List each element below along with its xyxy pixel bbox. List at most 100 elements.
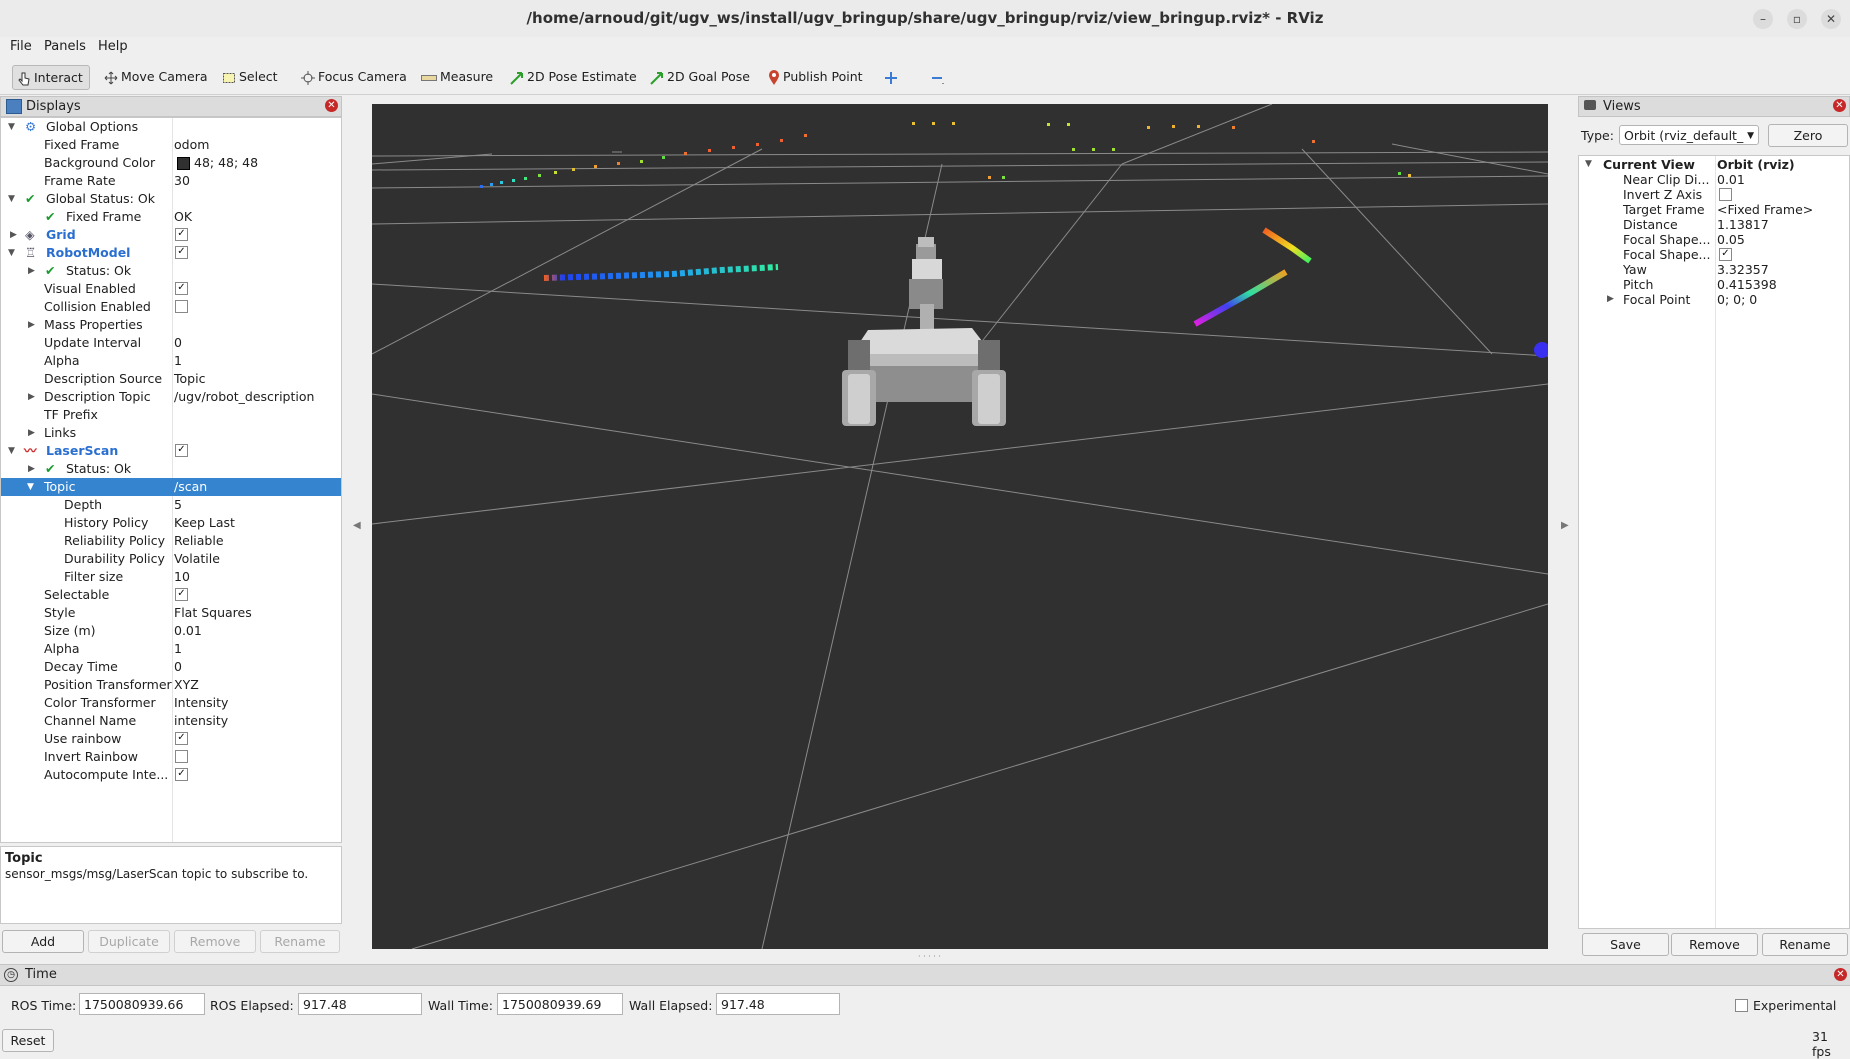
row-value[interactable]: 1 [174, 352, 182, 370]
tree-row-fixed-frame[interactable]: Fixed Frame odom [1, 136, 341, 154]
tree-row-global-options[interactable]: ▼ ⚙ Global Options [1, 118, 341, 136]
row-value[interactable]: 3.32357 [1717, 262, 1769, 277]
tree-row-focal-shape-fixed[interactable]: Focal Shape... ✓ [1579, 247, 1849, 262]
duplicate-display-button[interactable]: Duplicate [88, 930, 170, 953]
menu-panels[interactable]: Panels [44, 39, 86, 54]
selectable-checkbox[interactable]: ✓ [175, 586, 188, 604]
menu-file[interactable]: File [10, 39, 32, 54]
tree-row-alpha[interactable]: Alpha 1 [1, 640, 341, 658]
enable-checkbox[interactable]: ✓ [175, 442, 188, 460]
3d-viewport[interactable] [372, 104, 1548, 949]
tree-row-durability-policy[interactable]: Durability Policy Volatile [1, 550, 341, 568]
row-value[interactable]: /ugv/robot_description [174, 388, 314, 406]
expand-arrow-icon[interactable]: ▼ [8, 442, 15, 460]
row-value[interactable]: <Fixed Frame> [1717, 202, 1813, 217]
collapse-arrow-icon[interactable]: ▶ [28, 424, 35, 442]
collapse-arrow-icon[interactable]: ▶ [1607, 292, 1614, 307]
remove-display-button[interactable]: Remove [174, 930, 256, 953]
remove-view-button[interactable]: Remove [1671, 933, 1758, 956]
select-tool[interactable]: Select [218, 65, 284, 88]
tree-row-collision-enabled[interactable]: Collision Enabled [1, 298, 341, 316]
tree-row-history-policy[interactable]: History Policy Keep Last [1, 514, 341, 532]
tree-row-focal-point[interactable]: ▶ Focal Point 0; 0; 0 [1579, 292, 1849, 307]
tree-row-target-frame[interactable]: Target Frame <Fixed Frame> [1579, 202, 1849, 217]
add-tool-button[interactable] [880, 65, 907, 88]
row-value[interactable]: 48; 48; 48 [194, 154, 258, 172]
zero-button[interactable]: Zero [1768, 124, 1848, 147]
row-value[interactable]: 0 [174, 334, 182, 352]
tree-row-yaw[interactable]: Yaw 3.32357 [1579, 262, 1849, 277]
tree-row-current-view[interactable]: ▼ Current View Orbit (rviz) [1579, 157, 1849, 172]
row-value[interactable]: odom [174, 136, 209, 154]
close-time-icon[interactable]: ✕ [1834, 968, 1847, 981]
tree-row-use-rainbow[interactable]: Use rainbow ✓ [1, 730, 341, 748]
resize-grip[interactable]: · · · · · [918, 952, 941, 961]
close-displays-icon[interactable]: ✕ [325, 99, 338, 112]
view-type-dropdown[interactable]: Orbit (rviz_default_ ▼ [1619, 125, 1759, 145]
tree-row-topic-selected[interactable]: ▼ Topic /scan [1, 478, 341, 496]
tree-row-position-transformer[interactable]: Position Transformer XYZ [1, 676, 341, 694]
collapse-arrow-icon[interactable]: ▶ [10, 226, 17, 244]
tree-row-background-color[interactable]: Background Color 48; 48; 48 [1, 154, 341, 172]
focus-camera-tool[interactable]: Focus Camera [297, 65, 413, 88]
tree-row-tf-prefix[interactable]: TF Prefix [1, 406, 341, 424]
expand-arrow-icon[interactable]: ▼ [8, 244, 15, 262]
collapse-left-handle[interactable]: ◀ [353, 520, 361, 531]
tree-row-description-topic[interactable]: ▶ Description Topic /ugv/robot_descripti… [1, 388, 341, 406]
tree-row-selectable[interactable]: Selectable ✓ [1, 586, 341, 604]
save-view-button[interactable]: Save [1582, 933, 1669, 956]
tree-row-decay-time[interactable]: Decay Time 0 [1, 658, 341, 676]
close-window-button[interactable]: ✕ [1821, 9, 1841, 29]
tree-row-robotmodel[interactable]: ▼ ♖ RobotModel ✓ [1, 244, 341, 262]
collision-enabled-checkbox[interactable] [175, 298, 188, 316]
row-value[interactable]: Intensity [174, 694, 228, 712]
tree-row-channel-name[interactable]: Channel Name intensity [1, 712, 341, 730]
tree-row-frame-rate[interactable]: Frame Rate 30 [1, 172, 341, 190]
tree-row-style[interactable]: Style Flat Squares [1, 604, 341, 622]
color-swatch[interactable] [177, 154, 190, 172]
row-value[interactable]: Reliable [174, 532, 224, 550]
ros-time-field[interactable]: 1750080939.66 [79, 993, 205, 1015]
row-value[interactable]: Volatile [174, 550, 220, 568]
invert-z-checkbox[interactable] [1719, 187, 1732, 202]
tree-row-invert-rainbow[interactable]: Invert Rainbow [1, 748, 341, 766]
expand-arrow-icon[interactable]: ▼ [27, 478, 34, 496]
collapse-arrow-icon[interactable]: ▶ [28, 262, 35, 280]
rename-display-button[interactable]: Rename [260, 930, 340, 953]
tree-row-global-status[interactable]: ▼ ✔ Global Status: Ok [1, 190, 341, 208]
tree-row-reliability-policy[interactable]: Reliability Policy Reliable [1, 532, 341, 550]
tree-row-color-transformer[interactable]: Color Transformer Intensity [1, 694, 341, 712]
row-value[interactable]: 30 [174, 172, 190, 190]
row-value[interactable]: 0 [174, 658, 182, 676]
visual-enabled-checkbox[interactable]: ✓ [175, 280, 188, 298]
enable-checkbox[interactable]: ✓ [175, 226, 188, 244]
collapse-right-handle[interactable]: ▶ [1561, 520, 1569, 531]
wall-time-field[interactable]: 1750080939.69 [497, 993, 623, 1015]
tree-row-grid[interactable]: ▶ ◈ Grid ✓ [1, 226, 341, 244]
tree-row-pitch[interactable]: Pitch 0.415398 [1579, 277, 1849, 292]
row-value[interactable]: XYZ [174, 676, 199, 694]
tree-row-fixed-frame-status[interactable]: ✔ Fixed Frame OK [1, 208, 341, 226]
tree-row-visual-enabled[interactable]: Visual Enabled ✓ [1, 280, 341, 298]
tree-row-description-source[interactable]: Description Source Topic [1, 370, 341, 388]
tree-row-update-interval[interactable]: Update Interval 0 [1, 334, 341, 352]
experimental-checkbox[interactable] [1735, 998, 1748, 1013]
tree-row-laserscan[interactable]: ▼ 〰 LaserScan ✓ [1, 442, 341, 460]
row-value[interactable]: intensity [174, 712, 228, 730]
maximize-button[interactable]: ▫ [1787, 9, 1807, 29]
tree-row-near-clip[interactable]: Near Clip Di... 0.01 [1579, 172, 1849, 187]
use-rainbow-checkbox[interactable]: ✓ [175, 730, 188, 748]
interact-tool[interactable]: Interact [12, 65, 90, 90]
invert-rainbow-checkbox[interactable] [175, 748, 188, 766]
tree-row-alpha[interactable]: Alpha 1 [1, 352, 341, 370]
row-value[interactable]: 0.01 [174, 622, 202, 640]
row-value[interactable]: 0.01 [1717, 172, 1745, 187]
focal-shape-checkbox[interactable]: ✓ [1719, 247, 1732, 262]
wall-elapsed-field[interactable]: 917.48 [716, 993, 840, 1015]
row-value[interactable]: Topic [174, 370, 205, 388]
ros-elapsed-field[interactable]: 917.48 [298, 993, 422, 1015]
measure-tool[interactable]: Measure [417, 65, 499, 88]
tree-row-invert-z[interactable]: Invert Z Axis [1579, 187, 1849, 202]
tree-row-size[interactable]: Size (m) 0.01 [1, 622, 341, 640]
row-value[interactable]: 10 [174, 568, 190, 586]
